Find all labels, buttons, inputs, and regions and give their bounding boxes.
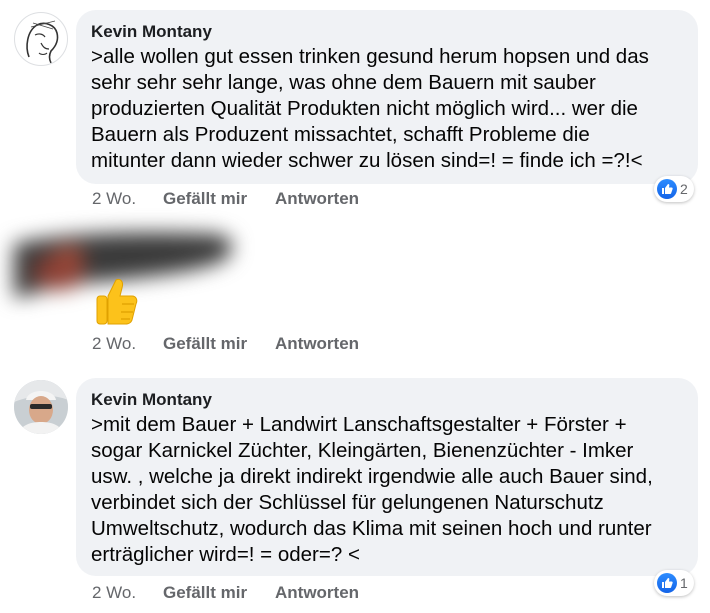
comment-bubble: Kevin Montany >alle wollen gut essen tri… <box>76 10 698 184</box>
like-button[interactable]: Gefällt mir <box>163 189 247 209</box>
like-icon <box>657 179 677 199</box>
comment-text-line: Bauern als Produzent missachtet, schafft… <box>91 123 590 146</box>
comment-text-line: produzierten Qualität Produkten nicht mö… <box>91 97 638 120</box>
comment-text-line: usw. , welche ja direkt indirekt irgendw… <box>91 465 653 488</box>
like-icon <box>657 573 677 593</box>
commenter-avatar[interactable] <box>14 12 68 66</box>
thumbs-up-emoji <box>94 276 138 326</box>
comment-author[interactable]: Kevin Montany <box>91 22 212 42</box>
comment-text-line: sehr sehr sehr lange, was ohne dem Bauer… <box>91 71 596 94</box>
comment-text-line: erträglicher wird=! = oder=? < <box>91 543 360 566</box>
comment-bubble: Kevin Montany >mit dem Bauer + Landwirt … <box>76 378 698 576</box>
comment-text-line: verbindet sich der Schlüssel für gelunge… <box>91 491 604 514</box>
like-button[interactable]: Gefällt mir <box>163 334 247 354</box>
reply-button[interactable]: Antworten <box>275 189 359 209</box>
like-button[interactable]: Gefällt mir <box>163 583 247 603</box>
sketch-face-avatar <box>26 20 59 64</box>
comment-text-line: mitunter dann wieder schwer zu lösen sin… <box>91 149 643 172</box>
comment-timestamp[interactable]: 2 Wo. <box>92 334 136 354</box>
photo-avatar <box>14 380 68 434</box>
comment-text-line: >mit dem Bauer + Landwirt Lanschaftsgest… <box>91 413 627 436</box>
comment-text-line: sogar Karnickel Züchter, Kleingärten, Bi… <box>91 439 634 462</box>
reaction-summary[interactable]: 1 <box>654 570 694 596</box>
comment-timestamp[interactable]: 2 Wo. <box>92 583 136 603</box>
comment-text-line: >alle wollen gut essen trinken gesund he… <box>91 45 649 68</box>
reaction-count: 1 <box>680 575 688 591</box>
reaction-count: 2 <box>680 181 688 197</box>
comment-timestamp[interactable]: 2 Wo. <box>92 189 136 209</box>
commenter-avatar[interactable] <box>14 380 68 434</box>
reaction-summary[interactable]: 2 <box>654 176 694 202</box>
reply-button[interactable]: Antworten <box>275 583 359 603</box>
comment-author[interactable]: Kevin Montany <box>91 390 212 410</box>
comment-text-line: Umweltschutz, wodurch das Klima mit sein… <box>91 517 652 540</box>
reply-button[interactable]: Antworten <box>275 334 359 354</box>
